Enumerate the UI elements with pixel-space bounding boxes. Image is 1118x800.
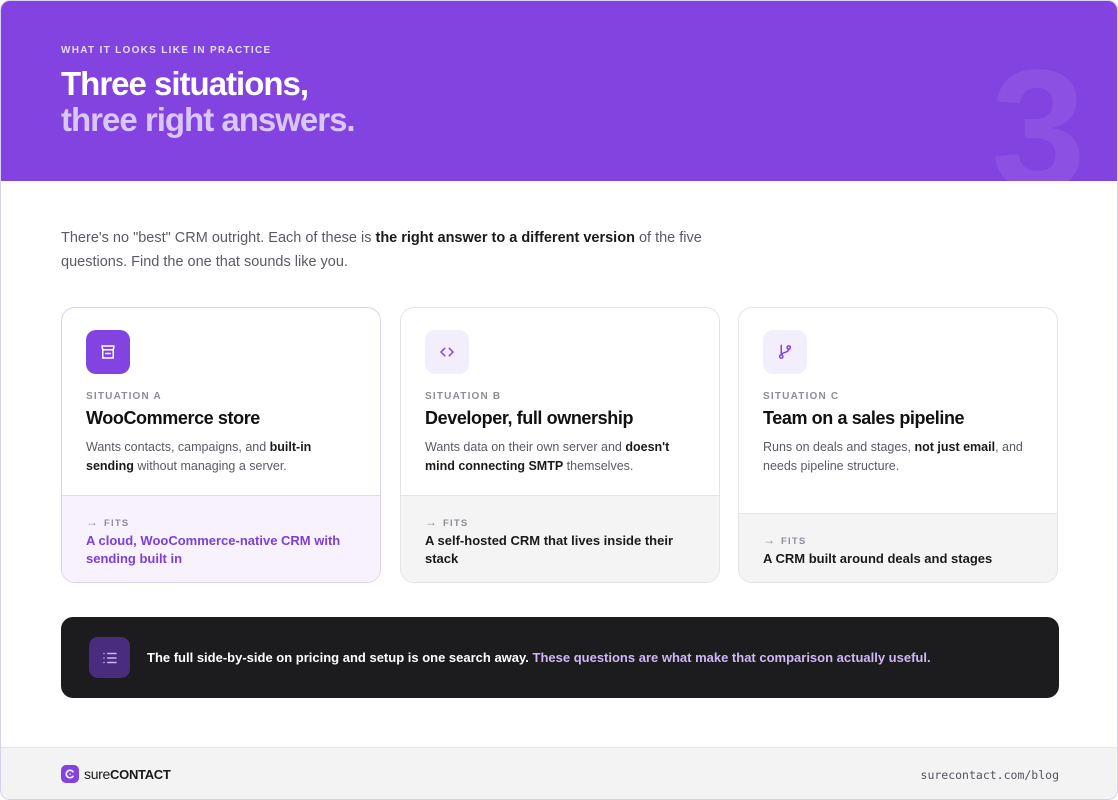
git-branch-icon xyxy=(763,330,807,374)
decorative-number: 3 xyxy=(991,35,1086,181)
page-frame: WHAT IT LOOKS LIKE IN PRACTICE Three sit… xyxy=(0,0,1118,800)
banner-message: The full side-by-side on pricing and set… xyxy=(147,650,931,666)
intro-paragraph: There's no "best" CRM outright. Each of … xyxy=(61,226,741,274)
page-title-line1: Three situations, xyxy=(61,65,309,102)
page-title-line2: three right answers. xyxy=(61,101,356,138)
fits-answer: A self-hosted CRM that lives inside thei… xyxy=(425,533,674,566)
situation-title: Team on a sales pipeline xyxy=(763,408,965,428)
hero-header: WHAT IT LOOKS LIKE IN PRACTICE Three sit… xyxy=(1,1,1117,181)
situation-card-b: SITUATION B Developer, full ownership Wa… xyxy=(400,307,720,583)
situation-description: Wants data on their own server and doesn… xyxy=(425,438,695,476)
fits-label: → FITS xyxy=(86,515,129,529)
situation-label: SITUATION A xyxy=(86,391,162,402)
logo-text-contact: CONTACT xyxy=(110,766,171,782)
fits-answer: A cloud, WooCommerce-native CRM with sen… xyxy=(86,533,341,566)
fits-label-text: FITS xyxy=(104,518,130,529)
fits-answer: A CRM built around deals and stages xyxy=(763,551,993,566)
code-icon xyxy=(425,330,469,374)
situation-description: Runs on deals and stages, not just email… xyxy=(763,438,1033,476)
footer: sure CONTACT surecontact.com/blog xyxy=(1,747,1117,799)
arrow-right-icon: → xyxy=(86,515,98,529)
banner-text-white: The full side-by-side on pricing and set… xyxy=(147,650,529,665)
logo-mark-icon xyxy=(61,765,79,783)
arrow-right-icon: → xyxy=(763,533,775,547)
desc-text: without managing a server. xyxy=(133,459,287,473)
desc-text: Wants data on their own server and xyxy=(425,440,626,454)
desc-text: themselves. xyxy=(563,459,634,473)
desc-bold: not just email xyxy=(914,440,996,454)
situation-title: Developer, full ownership xyxy=(425,408,634,428)
situation-label: SITUATION B xyxy=(425,391,502,402)
fits-label: → FITS xyxy=(763,533,806,547)
section-eyebrow: WHAT IT LOOKS LIKE IN PRACTICE xyxy=(61,45,272,56)
list-icon xyxy=(89,637,130,678)
callout-banner: The full side-by-side on pricing and set… xyxy=(61,617,1059,698)
desc-text: Runs on deals and stages, xyxy=(763,440,915,454)
desc-text: Wants contacts, campaigns, and xyxy=(86,440,270,454)
situation-card-c: SITUATION C Team on a sales pipeline Run… xyxy=(738,307,1058,583)
situation-title: WooCommerce store xyxy=(86,408,260,428)
fits-panel: → FITS A self-hosted CRM that lives insid… xyxy=(401,495,719,582)
intro-text-1: There's no "best" CRM outright. Each of … xyxy=(61,230,376,246)
fits-panel: → FITS A CRM built around deals and stage… xyxy=(739,513,1057,582)
logo-text-sure: sure xyxy=(84,766,111,782)
banner-text-purple: These questions are what make that compa… xyxy=(528,650,931,665)
footer-url-link[interactable]: surecontact.com/blog xyxy=(921,768,1059,782)
intro-bold: the right answer to a different version xyxy=(375,230,635,246)
situation-label: SITUATION C xyxy=(763,391,840,402)
surecontact-logo[interactable]: sure CONTACT xyxy=(61,765,171,783)
arrow-right-icon: → xyxy=(425,515,437,529)
situation-card-a: SITUATION A WooCommerce store Wants cont… xyxy=(61,307,381,583)
fits-panel: → FITS A cloud, WooCommerce-native CRM wi… xyxy=(62,495,380,582)
fits-label: → FITS xyxy=(425,515,468,529)
fits-label-text: FITS xyxy=(781,536,807,547)
fits-label-text: FITS xyxy=(443,518,469,529)
storefront-icon xyxy=(86,330,130,374)
situation-description: Wants contacts, campaigns, and built-in … xyxy=(86,438,356,476)
